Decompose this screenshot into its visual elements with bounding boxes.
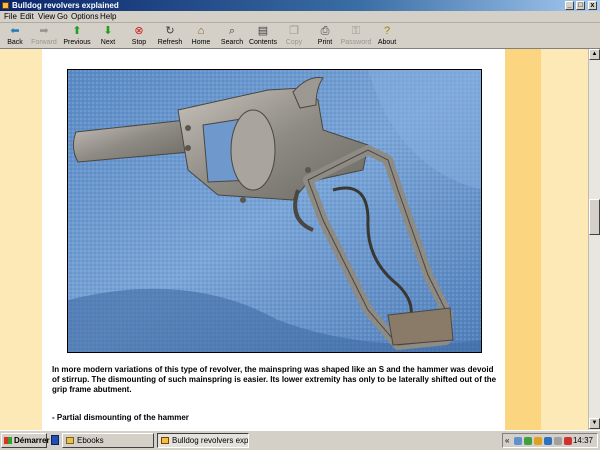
home-button[interactable]: ⌂ Home xyxy=(184,25,218,49)
tray-app-icon[interactable] xyxy=(534,437,542,445)
menu-view[interactable]: View xyxy=(38,12,55,22)
decorative-right-band xyxy=(505,49,541,430)
volume-icon[interactable] xyxy=(554,437,562,445)
content-area: In more modern variations of this type o… xyxy=(0,49,588,430)
window-title: Bulldog revolvers explained xyxy=(12,1,119,10)
copy-icon: ❐ xyxy=(289,25,299,37)
section-subheading: - Partial dismounting of the hammer xyxy=(52,413,189,422)
key-icon: ⚿ xyxy=(351,25,361,37)
quick-launch-icon[interactable] xyxy=(51,435,59,445)
taskbar: Démarrer Ebooks Bulldog revolvers exp...… xyxy=(0,430,600,450)
app-icon xyxy=(161,437,169,444)
previous-button[interactable]: ⬆ Previous xyxy=(60,25,94,49)
start-button[interactable]: Démarrer xyxy=(1,433,50,448)
stop-icon: ⊗ xyxy=(134,25,144,37)
home-label: Home xyxy=(191,39,211,46)
windows-flag-icon xyxy=(4,437,12,444)
refresh-button[interactable]: ↻ Refresh xyxy=(153,25,187,49)
forward-arrow-icon: ➡ xyxy=(39,25,49,37)
stop-label: Stop xyxy=(131,39,147,46)
start-label: Démarrer xyxy=(14,436,50,445)
menu-go[interactable]: Go xyxy=(57,12,68,22)
print-label: Print xyxy=(317,39,333,46)
page-column: In more modern variations of this type o… xyxy=(42,49,505,430)
print-button[interactable]: ⎙ Print xyxy=(308,25,342,49)
minimize-button[interactable]: _ xyxy=(565,1,574,10)
clock: 14:37 xyxy=(572,436,593,445)
print-icon: ⎙ xyxy=(320,25,330,37)
search-label: Search xyxy=(220,39,244,46)
task-ebooks-label: Ebooks xyxy=(77,436,104,445)
refresh-icon: ↻ xyxy=(165,25,175,37)
task-bulldog-label: Bulldog revolvers exp... xyxy=(172,436,249,445)
about-button[interactable]: ? About xyxy=(370,25,404,49)
menu-bar: File Edit View Go Options Help xyxy=(0,11,600,23)
vertical-scrollbar[interactable]: ▲ ▼ xyxy=(588,49,600,430)
password-label: Password xyxy=(340,39,372,46)
title-bar: Bulldog revolvers explained _ □ x xyxy=(0,0,600,11)
menu-file[interactable]: File xyxy=(4,12,17,22)
forward-label: Forward xyxy=(31,39,57,46)
search-button[interactable]: ⌕ Search xyxy=(215,25,249,49)
network-icon[interactable] xyxy=(514,437,522,445)
copy-button[interactable]: ❐ Copy xyxy=(277,25,311,49)
antivirus-icon[interactable] xyxy=(564,437,572,445)
down-arrow-icon: ⬇ xyxy=(103,25,113,37)
revolver-photo-graphic xyxy=(68,70,481,352)
tray-app-icon[interactable] xyxy=(524,437,532,445)
next-label: Next xyxy=(100,39,116,46)
previous-label: Previous xyxy=(63,39,91,46)
menu-options[interactable]: Options xyxy=(71,12,99,22)
about-label: About xyxy=(377,39,397,46)
task-bulldog-revolvers[interactable]: Bulldog revolvers exp... xyxy=(157,433,249,448)
scroll-down-arrow-icon[interactable]: ▼ xyxy=(589,418,600,429)
menu-edit[interactable]: Edit xyxy=(20,12,34,22)
tray-app-icon[interactable] xyxy=(544,437,552,445)
maximize-button[interactable]: □ xyxy=(576,1,585,10)
system-tray: « 14:37 xyxy=(502,433,598,448)
search-icon: ⌕ xyxy=(228,25,236,37)
stop-button[interactable]: ⊗ Stop xyxy=(122,25,156,49)
revolver-photo xyxy=(67,69,482,353)
folder-icon xyxy=(66,437,74,444)
close-button[interactable]: x xyxy=(588,1,597,10)
forward-button[interactable]: ➡ Forward xyxy=(27,25,61,49)
tray-expand-icon[interactable]: « xyxy=(505,435,509,447)
task-ebooks[interactable]: Ebooks xyxy=(62,433,154,448)
home-icon: ⌂ xyxy=(197,25,205,37)
up-arrow-icon: ⬆ xyxy=(72,25,82,37)
refresh-label: Refresh xyxy=(157,39,183,46)
toolbar: ⬅ Back ➡ Forward ⬆ Previous ⬇ Next ⊗ Sto… xyxy=(0,23,600,49)
app-icon xyxy=(2,2,9,9)
menu-help[interactable]: Help xyxy=(100,12,116,22)
about-icon: ? xyxy=(383,25,391,37)
contents-icon: ▤ xyxy=(257,25,269,37)
password-button[interactable]: ⚿ Password xyxy=(339,25,373,49)
scroll-up-arrow-icon[interactable]: ▲ xyxy=(589,49,600,60)
contents-button[interactable]: ▤ Contents xyxy=(246,25,280,49)
copy-label: Copy xyxy=(285,39,303,46)
body-paragraph: In more modern variations of this type o… xyxy=(52,365,497,394)
next-button[interactable]: ⬇ Next xyxy=(91,25,125,49)
contents-label: Contents xyxy=(248,39,278,46)
scroll-thumb[interactable] xyxy=(589,199,600,235)
